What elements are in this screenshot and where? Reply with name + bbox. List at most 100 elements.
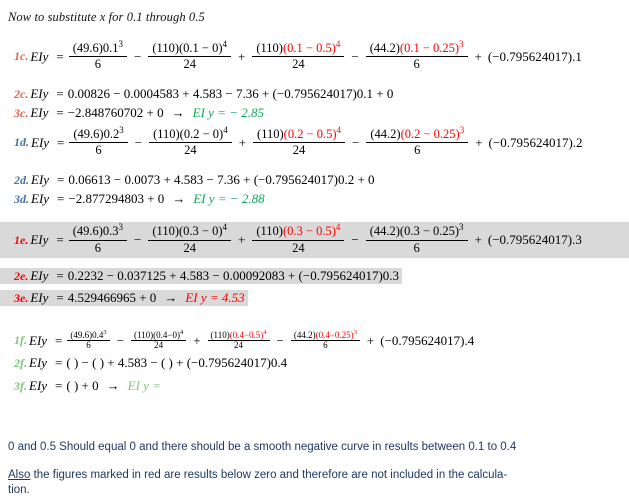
operator2-1f: + (193, 332, 201, 348)
lhs-2e: EIy (30, 268, 49, 283)
row-label-2f: 2f. (14, 355, 27, 370)
arrow-icon-3e: → (164, 290, 178, 305)
term3-denominator-1f: 24 (207, 340, 270, 350)
operator3-1f: − (276, 332, 284, 348)
term2-denominator-1d: 24 (149, 142, 232, 157)
equals-2e: = (56, 268, 64, 283)
term4-fraction-1f: (44.2)(0.4−0.25)3 6 (290, 329, 360, 351)
arrow-icon-3d: → (172, 191, 186, 206)
note-line-1: 0 and 0.5 Should equal 0 and there shoul… (8, 441, 517, 453)
equals-3c: = (56, 105, 64, 120)
term3-denominator-1d: 24 (253, 142, 346, 157)
lhs-3f: EIy (29, 378, 48, 393)
row-label-2e: 2e. (14, 268, 29, 283)
lhs-3e: EIy (30, 290, 49, 305)
tail-term-1f: (−0.795624017).4 (380, 332, 475, 348)
row-label-1e: 1e. (14, 232, 29, 247)
term2-numerator-1f: (110)(0.4−0)4 (133, 329, 184, 340)
term4-denominator-1f: 6 (290, 340, 360, 350)
term2-denominator-1c: 24 (148, 56, 232, 71)
term1-denominator-1f: 6 (67, 340, 110, 350)
term4-numerator-1f: (44.2)(0.4−0.25)3 (293, 329, 357, 340)
equals-2d: = (57, 172, 65, 187)
operator1-1f: − (116, 332, 124, 348)
lhs-2d: EIy (31, 172, 50, 187)
equation-row-1d: 1d. EIy = (49.6)0.23 6 − (110)(0.2 − 0)4… (0, 124, 629, 157)
note-line-3: tion. (8, 484, 30, 496)
operator3-1e: − (351, 232, 359, 247)
row-label-1d: 1d. (14, 135, 29, 150)
term1-denominator-1c: 6 (68, 56, 128, 71)
term2-numerator-1d: (110)(0.2 − 0)4 (153, 124, 228, 141)
lhs-2f: EIy (29, 355, 48, 370)
row-label-1c: 1c. (14, 49, 29, 64)
equation-row-1c: 1c. EIy = (49.6)0.13 6 − (110)(0.1 − 0)4… (0, 38, 629, 71)
term3-fraction-1f: (110)(0.4−0.5)4 24 (207, 329, 270, 351)
note-line-2-rest: the figures marked in red are results be… (30, 469, 508, 481)
operator1-1d: − (134, 134, 143, 150)
note-line-2: Also the figures marked in red are resul… (8, 468, 608, 483)
operator4-1e: + (474, 232, 482, 247)
tail-term-1d: (−0.795624017).2 (488, 134, 583, 150)
equation-row-2e: 2e. EIy = 0.2232 − 0.037125 + 4.583 − 0.… (0, 268, 629, 284)
result-expression-3c: −2.848760702 + 0 (67, 105, 164, 120)
term4-numerator-1c: (44.2)(0.1 − 0.25)3 (369, 38, 464, 55)
arrow-icon-3c: → (171, 105, 185, 120)
lhs-1f: EIy (29, 332, 48, 348)
operator4-1d: + (475, 134, 483, 150)
lhs-1c: EIy (30, 48, 49, 64)
term1-fraction-1d: (49.6)0.23 6 (69, 124, 128, 157)
term1-numerator-1c: (49.6)0.13 (72, 38, 124, 55)
term2-denominator-1e: 24 (148, 239, 232, 255)
term4-fraction-1e: (44.2)(0.3 − 0.25)3 6 (365, 222, 468, 254)
row-label-1f: 1f. (14, 333, 27, 348)
term1-denominator-1d: 6 (69, 142, 128, 157)
equation-row-2c: 2c. EIy = 0.00826 − 0.0004583 + 4.583 − … (0, 86, 629, 102)
term2-numerator-1e: (110)(0.3 − 0)4 (152, 222, 228, 239)
tail-term-1e: (−0.795624017).3 (487, 232, 582, 247)
term4-numerator-1e: (44.2)(0.3 − 0.25)3 (369, 222, 464, 239)
equation-row-3f: 3f. EIy = ( ) + 0 → EI y = (0, 378, 629, 394)
term1-fraction-1c: (49.6)0.13 6 (68, 38, 128, 71)
term2-denominator-1f: 24 (130, 340, 187, 350)
equals-2c: = (56, 86, 64, 101)
operator2-1d: + (238, 134, 247, 150)
row-label-2c: 2c. (14, 86, 29, 101)
numeric-expression-2e: 0.2232 − 0.037125 + 4.583 − 0.00092083 +… (67, 268, 400, 283)
equation-row-1f: 1f. EIy = (49.6)0.43 6 − (110)(0.4−0)4 2… (0, 329, 629, 351)
term4-denominator-1d: 6 (366, 142, 469, 157)
term1-fraction-1f: (49.6)0.43 6 (67, 329, 110, 351)
row-label-3f: 3f. (14, 378, 27, 393)
operator2-1e: + (238, 232, 246, 247)
term2-fraction-1d: (110)(0.2 − 0)4 24 (149, 124, 232, 157)
lhs-3c: EIy (30, 105, 49, 120)
equation-row-3c: 3c. EIy = −2.848760702 + 0 → EI y = − 2.… (0, 105, 629, 121)
term3-fraction-1c: (110)(0.1 − 0.5)4 24 (252, 39, 345, 71)
term1-fraction-1e: (49.6)0.33 6 (68, 223, 128, 254)
lhs-2c: EIy (30, 86, 49, 101)
arrow-icon-3f: → (106, 378, 120, 393)
result-expression-3f: ( ) + 0 (66, 378, 99, 393)
term4-fraction-1c: (44.2)(0.1 − 0.25)3 6 (365, 38, 468, 71)
numeric-expression-2f: ( ) − ( ) + 4.583 − ( ) + (−0.795624017)… (66, 355, 288, 370)
numeric-expression-2d: 0.06613 − 0.0073 + 4.583 − 7.36 + (−0.79… (68, 172, 375, 187)
row-label-2d: 2d. (14, 172, 29, 187)
term3-denominator-1c: 24 (252, 56, 345, 71)
equals-1c: = (56, 48, 64, 64)
result-expression-3d: −2.877294803 + 0 (68, 191, 165, 206)
final-answer-3e: EI y = 4.53 (185, 290, 245, 305)
operator4-1c: + (474, 48, 482, 64)
term2-numerator-1c: (110)(0.1 − 0)4 (152, 38, 228, 55)
term3-numerator-1d: (110)(0.2 − 0.5)4 (257, 124, 342, 141)
row-label-3e: 3e. (14, 290, 29, 305)
intro-text: Now to substitute x for 0.1 through 0.5 (8, 10, 205, 24)
equation-row-3d: 3d. EIy = −2.877294803 + 0 → EI y = − 2.… (0, 191, 629, 207)
term1-numerator-1d: (49.6)0.23 (73, 124, 124, 141)
equation-row-3e: 3e. EIy = 4.529466965 + 0 → EI y = 4.53 (0, 290, 629, 306)
equals-1e: = (56, 232, 64, 247)
term2-fraction-1e: (110)(0.3 − 0)4 24 (148, 222, 232, 255)
equals-1d: = (57, 134, 65, 150)
term4-denominator-1c: 6 (365, 56, 468, 71)
row-label-3c: 3c. (14, 105, 29, 120)
operator3-1d: − (352, 134, 360, 150)
